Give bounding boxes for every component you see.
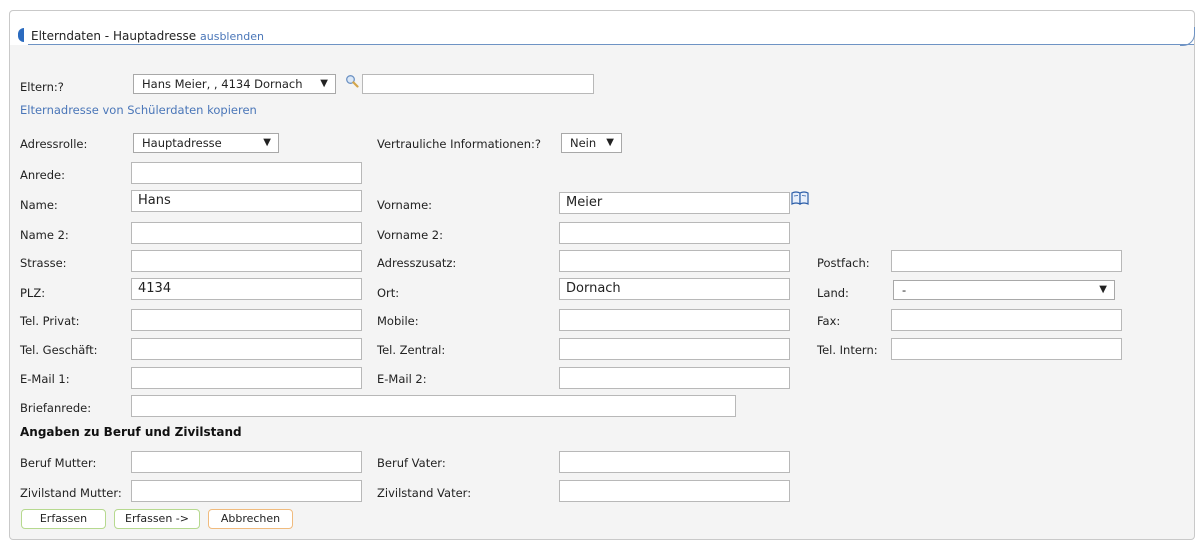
tel-geschaeft-input[interactable]	[131, 338, 362, 360]
name-input[interactable]: Hans	[131, 190, 362, 212]
vertraulich-select[interactable]: Nein ▼	[561, 133, 622, 153]
zivilstand-vater-input[interactable]	[559, 480, 790, 502]
fax-input[interactable]	[891, 309, 1122, 331]
mobile-label: Mobile:	[377, 314, 419, 328]
email2-input[interactable]	[559, 367, 790, 389]
fax-label: Fax:	[817, 314, 841, 328]
vertraulich-select-value: Nein	[570, 136, 597, 150]
chevron-down-icon: ▼	[263, 137, 271, 148]
zivilstand-mutter-label: Zivilstand Mutter:	[20, 486, 122, 500]
panel-title-text: Elterndaten - Hauptadresse	[31, 29, 197, 43]
adressrolle-select-value: Hauptadresse	[142, 136, 222, 150]
mobile-input[interactable]	[559, 309, 790, 331]
toggle-visibility-link[interactable]: ausblenden	[200, 30, 264, 43]
zivilstand-mutter-input[interactable]	[131, 480, 362, 502]
chevron-down-icon: ▼	[1099, 284, 1107, 295]
vorname-label: Vorname:	[377, 198, 433, 212]
beruf-vater-label: Beruf Vater:	[377, 456, 446, 470]
postfach-input[interactable]	[891, 250, 1122, 272]
vorname2-label: Vorname 2:	[377, 228, 443, 242]
ort-label: Ort:	[377, 286, 400, 300]
erfassen-next-button[interactable]: Erfassen ->	[114, 509, 200, 529]
tel-privat-label: Tel. Privat:	[20, 314, 80, 328]
land-select-value: -	[902, 283, 907, 297]
briefanrede-label: Briefanrede:	[20, 401, 92, 415]
panel-header: Elterndaten - Hauptadresse ausblenden	[10, 11, 1195, 46]
adresszusatz-input[interactable]	[559, 250, 790, 272]
tel-geschaeft-label: Tel. Geschäft:	[20, 343, 98, 357]
vorname-input[interactable]: Meier	[559, 192, 790, 214]
beruf-mutter-label: Beruf Mutter:	[20, 456, 97, 470]
adressrolle-select[interactable]: Hauptadresse ▼	[133, 133, 279, 153]
tel-privat-input[interactable]	[131, 309, 362, 331]
anrede-label: Anrede:	[20, 168, 65, 182]
zivilstand-vater-label: Zivilstand Vater:	[377, 486, 472, 500]
panel-title: Elterndaten - Hauptadresse ausblenden	[31, 29, 264, 43]
beruf-vater-input[interactable]	[559, 451, 790, 473]
email1-label: E-Mail 1:	[20, 372, 70, 386]
header-tab-marker	[18, 28, 24, 42]
abbrechen-button[interactable]: Abbrechen	[208, 509, 293, 529]
tel-intern-input[interactable]	[891, 338, 1122, 360]
eltern-select[interactable]: Hans Meier, , 4134 Dornach ▼	[133, 74, 336, 94]
tel-intern-label: Tel. Intern:	[817, 343, 878, 357]
name-label: Name:	[20, 198, 58, 212]
header-divider	[28, 44, 1194, 45]
section-beruf-zivilstand: Angaben zu Beruf und Zivilstand	[20, 425, 242, 439]
email2-label: E-Mail 2:	[377, 372, 427, 386]
name2-input[interactable]	[131, 222, 362, 244]
vertraulich-help[interactable]: ?	[535, 137, 541, 151]
eltern-help[interactable]: ?	[58, 80, 64, 94]
vorname2-input[interactable]	[559, 222, 790, 244]
postfach-label: Postfach:	[817, 256, 870, 270]
erfassen-button[interactable]: Erfassen	[21, 509, 106, 529]
beruf-mutter-input[interactable]	[131, 451, 362, 473]
name2-label: Name 2:	[20, 228, 69, 242]
plz-label: PLZ:	[20, 286, 46, 300]
tel-zentral-label: Tel. Zentral:	[377, 343, 446, 357]
strasse-input[interactable]	[131, 250, 362, 272]
vertraulich-label: Vertrauliche Informationen:?	[377, 137, 541, 151]
vertraulich-label-text: Vertrauliche Informationen:	[377, 137, 535, 151]
adresszusatz-label: Adresszusatz:	[377, 256, 457, 270]
copy-address-link[interactable]: Elternadresse von Schülerdaten kopieren	[20, 103, 257, 117]
strasse-label: Strasse:	[20, 256, 67, 270]
briefanrede-input[interactable]	[131, 395, 736, 417]
adressrolle-label: Adressrolle:	[20, 137, 88, 151]
land-label: Land:	[817, 286, 849, 300]
chevron-down-icon: ▼	[320, 78, 328, 89]
email1-input[interactable]	[131, 367, 362, 389]
eltern-search-input[interactable]	[362, 74, 594, 94]
search-icon[interactable]	[345, 74, 359, 88]
ort-input[interactable]: Dornach	[559, 278, 790, 300]
land-select[interactable]: - ▼	[893, 280, 1115, 300]
plz-input[interactable]: 4134	[131, 278, 362, 300]
eltern-label: Eltern:?	[20, 80, 64, 94]
eltern-label-text: Eltern:	[20, 80, 58, 94]
anrede-input[interactable]	[131, 162, 362, 184]
chevron-down-icon: ▼	[606, 137, 614, 148]
address-book-icon[interactable]	[791, 191, 809, 205]
tel-zentral-input[interactable]	[559, 338, 790, 360]
eltern-select-value: Hans Meier, , 4134 Dornach	[142, 77, 303, 91]
